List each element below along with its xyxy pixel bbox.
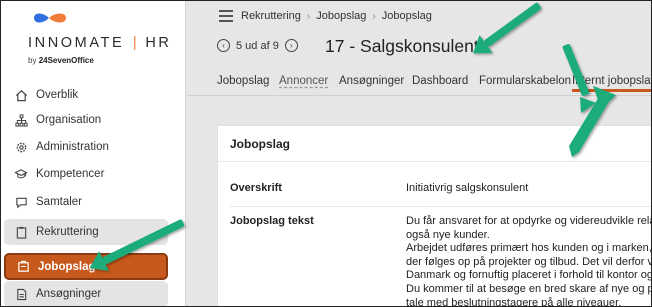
arrow-to-title-icon — [473, 2, 541, 54]
annotation-arrows — [89, 2, 617, 271]
arrow-to-sidebar-icon — [89, 219, 185, 271]
arrow-to-tab-icon — [562, 44, 590, 96]
